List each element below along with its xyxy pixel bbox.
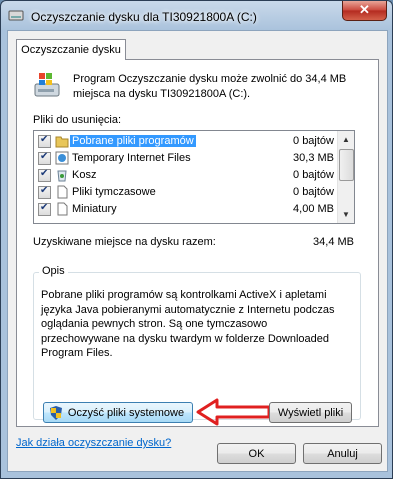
help-link[interactable]: Jak działa oczyszczanie dysku?	[16, 437, 171, 449]
item-name: Pobrane pliki programów	[70, 135, 196, 147]
window-title: Oczyszczanie dysku dla TI30921800A (C:)	[31, 10, 257, 24]
recycle-bin-icon	[55, 168, 69, 182]
cancel-button[interactable]: Anuluj	[303, 443, 382, 464]
dialog-window: Oczyszczanie dysku dla TI30921800A (C:) …	[0, 0, 393, 479]
item-checkbox[interactable]	[38, 168, 51, 182]
files-list[interactable]: Pobrane pliki programów 0 bajtów Temporary…	[33, 130, 355, 224]
windows-cleanup-icon	[34, 73, 60, 97]
item-checkbox[interactable]	[38, 134, 51, 148]
item-name: Miniatury	[72, 203, 117, 215]
item-size: 30,3 MB	[293, 152, 334, 164]
item-size: 0 bajtów	[293, 135, 334, 147]
internet-icon	[55, 151, 69, 165]
total-label: Uzyskiwane miejsce na dysku razem:	[33, 236, 216, 248]
item-checkbox[interactable]	[38, 202, 51, 216]
clean-system-files-label: Oczyść pliki systemowe	[67, 407, 185, 419]
file-list-item[interactable]: Temporary Internet Files 30,3 MB	[34, 150, 338, 167]
folder-icon	[55, 134, 69, 148]
item-size: 0 bajtów	[293, 186, 334, 198]
clean-system-files-button[interactable]: Oczyść pliki systemowe	[43, 402, 193, 423]
files-label: Pliki do usunięcia:	[33, 114, 122, 126]
view-files-button[interactable]: Wyświetl pliki	[269, 402, 352, 423]
tab-panel: Program Oczyszczanie dysku może zwolnić …	[16, 59, 379, 427]
item-checkbox[interactable]	[38, 151, 51, 165]
red-arrow-annotation	[196, 398, 271, 426]
scroll-thumb[interactable]	[339, 149, 354, 181]
file-list-item[interactable]: Miniatury 4,00 MB	[34, 201, 338, 218]
dialog-client: Oczyszczanie dysku Program Oczyszczanie …	[7, 30, 388, 472]
close-button[interactable]: ✕	[342, 1, 387, 21]
file-list-item[interactable]: Pobrane pliki programów 0 bajtów	[34, 133, 338, 150]
item-size: 4,00 MB	[293, 203, 334, 215]
total-value: 34,4 MB	[313, 236, 354, 248]
description-text: Pobrane pliki programów są kontrolkami A…	[41, 289, 335, 359]
shield-icon	[50, 406, 62, 420]
vertical-scrollbar[interactable]: ▲ ▼	[337, 131, 354, 223]
item-checkbox[interactable]	[38, 185, 51, 199]
disk-cleanup-icon	[8, 10, 24, 21]
item-name: Temporary Internet Files	[72, 152, 191, 164]
file-icon	[55, 202, 69, 216]
info-text: Program Oczyszczanie dysku może zwolnić …	[73, 73, 347, 100]
ok-button[interactable]: OK	[217, 443, 296, 464]
item-name: Pliki tymczasowe	[72, 186, 156, 198]
file-list-item[interactable]: Kosz 0 bajtów	[34, 167, 338, 184]
item-size: 0 bajtów	[293, 169, 334, 181]
file-icon	[55, 185, 69, 199]
tab-disk-cleanup[interactable]: Oczyszczanie dysku	[16, 39, 126, 60]
title-bar[interactable]: Oczyszczanie dysku dla TI30921800A (C:) …	[1, 1, 392, 31]
file-list-item[interactable]: Pliki tymczasowe 0 bajtów	[34, 184, 338, 201]
item-name: Kosz	[72, 169, 97, 181]
scroll-up-icon[interactable]: ▲	[338, 131, 354, 148]
scroll-down-icon[interactable]: ▼	[338, 206, 354, 223]
description-legend: Opis	[39, 265, 68, 277]
